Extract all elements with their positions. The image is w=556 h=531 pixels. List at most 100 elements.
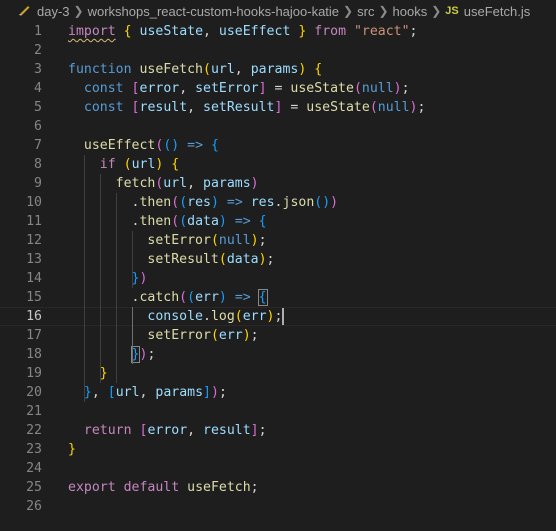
text-cursor (282, 308, 285, 325)
breadcrumb-item-day-3[interactable]: day-3 (37, 4, 70, 19)
breadcrumb-item-file[interactable]: useFetch.js (464, 4, 530, 19)
code-text: .catch((err) => { (68, 288, 268, 307)
code-line[interactable]: 5 const [result, setResult] = useState(n… (0, 98, 556, 117)
code-token: ) (218, 290, 227, 305)
code-token: ; (258, 423, 267, 438)
line-number: 13 (26, 252, 42, 267)
code-text: }); (68, 345, 155, 364)
code-token: useState (306, 100, 370, 115)
code-token: "react" (353, 24, 410, 39)
line-number: 6 (34, 119, 42, 134)
code-text: setError(err); (68, 326, 258, 345)
code-line[interactable]: 22 return [error, result]; (0, 421, 556, 440)
breadcrumb-item-src[interactable]: src (357, 4, 374, 19)
code-token: [ (131, 100, 140, 115)
code-token: setError (147, 233, 211, 248)
code-line[interactable]: 7 useEffect(() => { (0, 136, 556, 155)
code-editor[interactable]: 1 import { useState, useEffect } from "re… (0, 22, 556, 516)
code-line[interactable]: 23} (0, 440, 556, 459)
code-line[interactable]: 24 (0, 459, 556, 478)
code-token: err (195, 290, 219, 305)
code-line[interactable]: 4 const [error, setError] = useState(nul… (0, 79, 556, 98)
code-token: , (187, 176, 204, 191)
code-token: null (377, 100, 410, 115)
indent-guide (131, 307, 133, 364)
code-token: const (83, 100, 124, 115)
code-token: } (99, 366, 108, 381)
code-token: = (266, 81, 291, 96)
code-token: useEffect (218, 24, 291, 39)
code-token: ( (203, 62, 211, 77)
breadcrumb-item-workshop[interactable]: workshops_react-custom-hooks-hajoo-katie (88, 4, 339, 19)
indent-guide (131, 231, 133, 288)
code-token: fetch (115, 176, 156, 191)
code-line[interactable]: 3 function useFetch(url, params) { (0, 60, 556, 79)
code-text: const [error, setError] = useState(null)… (68, 79, 410, 98)
code-token: url (210, 62, 235, 77)
code-token: setResult (147, 252, 219, 267)
code-token: . (68, 214, 140, 229)
line-number: 18 (26, 347, 42, 362)
code-token: () (314, 195, 331, 210)
code-token: useFetch (187, 480, 251, 495)
code-text: } (68, 364, 108, 383)
code-token: ( (234, 309, 243, 324)
code-line[interactable]: 26 (0, 497, 556, 516)
code-token: null (218, 233, 251, 248)
code-line[interactable]: 2 (0, 41, 556, 60)
chevron-right-icon: ❯ (343, 4, 354, 18)
code-token: ) (250, 233, 259, 248)
code-token: ( (369, 100, 378, 115)
code-token: { (171, 157, 180, 172)
code-token: ( (179, 290, 188, 305)
code-token: ] (250, 423, 259, 438)
folder-icon (18, 3, 31, 19)
code-token: null (361, 81, 394, 96)
code-token: , (139, 385, 156, 400)
code-token: setError (147, 328, 211, 343)
code-token: ; (250, 480, 259, 495)
line-number: 1 (34, 24, 42, 39)
code-token: , (187, 423, 204, 438)
line-number: 2 (34, 43, 42, 58)
code-text: return [error, result]; (68, 421, 267, 440)
code-token: export (68, 480, 116, 495)
line-number: 19 (26, 366, 42, 381)
code-token: err (242, 309, 267, 324)
code-token: ; (274, 309, 283, 324)
code-token: ( (171, 214, 180, 229)
code-token: ; (401, 81, 410, 96)
code-line[interactable]: 25 export default useFetch; (0, 478, 556, 497)
code-line[interactable]: 1 import { useState, useEffect } from "re… (0, 22, 556, 41)
code-token: ) (330, 195, 339, 210)
code-token: ] (203, 385, 211, 400)
code-line[interactable]: 21 (0, 402, 556, 421)
breadcrumb: day-3 ❯ workshops_react-custom-hooks-haj… (0, 0, 556, 22)
code-token: ( (179, 214, 188, 229)
code-line[interactable]: 6 (0, 117, 556, 136)
code-token: ; (258, 233, 267, 248)
code-token: , (203, 24, 219, 39)
code-token: => (226, 195, 243, 210)
code-token: ; (266, 252, 275, 267)
code-token: setResult (203, 100, 275, 115)
code-token: => (187, 138, 204, 153)
code-token: => (234, 214, 251, 229)
code-token: url (131, 157, 156, 172)
line-number: 20 (26, 385, 42, 400)
code-token: ) (218, 214, 227, 229)
code-token: const (83, 81, 124, 96)
breadcrumb-item-hooks[interactable]: hooks (393, 4, 428, 19)
code-token: error (139, 81, 180, 96)
